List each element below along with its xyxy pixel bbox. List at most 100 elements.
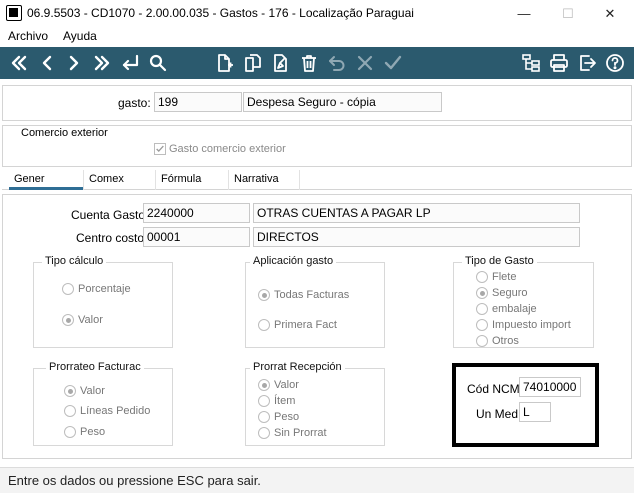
prorrat-recepcion-group: Prorrat Recepción Valor Ítem Peso Sin Pr… [245, 361, 385, 446]
menu-archivo[interactable]: Archivo [8, 29, 48, 43]
close-button[interactable]: ✕ [588, 0, 632, 28]
radio-embalaje[interactable]: embalaje [476, 303, 537, 315]
radio-lineas-pedido-label: Líneas Pedido [80, 405, 151, 417]
radio-dot [258, 411, 270, 423]
centro-costo-description-field[interactable]: DIRECTOS [253, 227, 580, 247]
radio-todas-facturas-label: Todas Facturas [274, 289, 350, 301]
status-text: Entre os dados ou pressione ESC para sai… [8, 473, 261, 488]
cuenta-gasto-description-field[interactable]: OTRAS CUENTAS A PAGAR LP [253, 203, 580, 223]
prorrateo-facturac-title: Prorrateo Facturac [46, 361, 144, 373]
radio-primera-fact-label: Primera Fact [274, 319, 337, 331]
copy-document-icon[interactable] [240, 50, 266, 76]
centro-costo-label: Centro costo: [76, 231, 148, 245]
tab-gener[interactable]: Gener [9, 170, 83, 190]
gasto-description-field[interactable]: Despesa Seguro - cópia [243, 92, 442, 112]
radio-recepcion-valor-label: Valor [274, 379, 299, 391]
radio-prorrateo-valor[interactable]: Valor [64, 385, 105, 397]
radio-dot [258, 395, 270, 407]
radio-primera-fact[interactable]: Primera Fact [258, 319, 337, 331]
radio-dot-selected [258, 289, 270, 301]
radio-impuesto-import-label: Impuesto import [492, 319, 571, 331]
general-panel: Cuenta Gasto: 2240000 OTRAS CUENTAS A PA… [2, 194, 632, 459]
last-record-icon[interactable] [89, 50, 115, 76]
maximize-button[interactable]: ☐ [546, 0, 590, 28]
search-icon[interactable] [145, 50, 171, 76]
tab-comex-label: Comex [89, 173, 124, 185]
radio-porcentaje-label: Porcentaje [78, 283, 131, 295]
print-icon[interactable] [546, 50, 572, 76]
undo-icon[interactable] [324, 50, 350, 76]
comercio-title: Comercio exterior [21, 127, 108, 139]
radio-valor-label: Valor [78, 314, 103, 326]
radio-recepcion-peso[interactable]: Peso [258, 411, 299, 423]
cancel-icon[interactable] [352, 50, 378, 76]
exit-icon[interactable] [574, 50, 600, 76]
radio-recepcion-peso-label: Peso [274, 411, 300, 423]
minimize-button[interactable]: — [502, 0, 546, 28]
tipo-calculo-group: Tipo cálculo Porcentaje Valor [33, 255, 173, 348]
unmed-field[interactable]: L [519, 402, 551, 422]
confirm-icon[interactable] [380, 50, 406, 76]
radio-seguro-label: Seguro [492, 287, 528, 299]
aplicacion-gasto-title: Aplicación gasto [250, 255, 337, 267]
radio-recepcion-item[interactable]: Ítem [258, 395, 295, 407]
radio-dot [476, 303, 488, 315]
radio-porcentaje[interactable]: Porcentaje [62, 283, 131, 295]
first-record-icon[interactable] [6, 50, 32, 76]
tipo-gasto-group: Tipo de Gasto Flete Seguro embalaje Impu… [453, 255, 594, 348]
previous-record-icon[interactable] [34, 50, 60, 76]
tab-formula-label: Fórmula [161, 173, 202, 185]
tab-comex[interactable]: Comex [83, 170, 155, 190]
radio-embalaje-label: embalaje [492, 303, 537, 315]
menu-bar: Archivo Ayuda [0, 28, 634, 47]
radio-sin-prorrat-label: Sin Prorrat [274, 427, 327, 439]
ncm-highlight-box: Cód NCM: 74010000 Un Med: L [452, 363, 599, 447]
help-icon[interactable] [602, 50, 628, 76]
menu-ayuda[interactable]: Ayuda [63, 29, 97, 43]
centro-costo-code-field[interactable]: 00001 [143, 227, 250, 247]
window-title: 06.9.5503 - CD1070 - 2.00.00.035 - Gasto… [27, 6, 414, 20]
comercio-panel: Comercio exterior Gasto comercio exterio… [2, 125, 632, 167]
radio-prorrateo-peso-label: Peso [80, 426, 106, 438]
radio-recepcion-item-label: Ítem [274, 395, 296, 407]
edit-document-icon[interactable] [268, 50, 294, 76]
tab-gener-label: Gener [14, 173, 45, 185]
radio-recepcion-valor[interactable]: Valor [258, 379, 299, 391]
radio-impuesto-import[interactable]: Impuesto import [476, 319, 571, 331]
radio-flete[interactable]: Flete [476, 271, 516, 283]
new-document-icon[interactable] [211, 50, 237, 76]
structure-icon[interactable] [518, 50, 544, 76]
radio-prorrateo-peso[interactable]: Peso [64, 426, 105, 438]
radio-dot [62, 283, 74, 295]
radio-dot [64, 426, 76, 438]
radio-lineas-pedido[interactable]: Líneas Pedido [64, 405, 150, 417]
radio-dot-selected [258, 379, 270, 391]
prorrat-recepcion-title: Prorrat Recepción [250, 361, 345, 373]
tab-narrativa[interactable]: Narrativa [228, 170, 300, 190]
radio-flete-label: Flete [492, 271, 517, 283]
radio-dot-selected [64, 385, 76, 397]
radio-dot-selected [476, 287, 488, 299]
next-record-icon[interactable] [61, 50, 87, 76]
radio-otros[interactable]: Otros [476, 335, 519, 347]
app-icon [6, 5, 22, 21]
radio-otros-label: Otros [492, 335, 519, 347]
tab-formula[interactable]: Fórmula [155, 170, 228, 190]
cuenta-gasto-code-field[interactable]: 2240000 [143, 203, 250, 223]
radio-todas-facturas[interactable]: Todas Facturas [258, 289, 349, 301]
status-bar: Entre os dados ou pressione ESC para sai… [0, 467, 634, 493]
ncm-field[interactable]: 74010000 [519, 377, 581, 397]
delete-icon[interactable] [296, 50, 322, 76]
gasto-panel: gasto: 199 Despesa Seguro - cópia [2, 85, 632, 121]
radio-dot [258, 319, 270, 331]
gasto-code-field[interactable]: 199 [154, 92, 242, 112]
return-icon[interactable] [117, 50, 143, 76]
tipo-calculo-title: Tipo cálculo [42, 255, 107, 267]
radio-valor[interactable]: Valor [62, 314, 103, 326]
aplicacion-gasto-group: Aplicación gasto Todas Facturas Primera … [245, 255, 385, 348]
radio-sin-prorrat[interactable]: Sin Prorrat [258, 427, 327, 439]
title-bar: 06.9.5503 - CD1070 - 2.00.00.035 - Gasto… [0, 0, 634, 28]
radio-seguro[interactable]: Seguro [476, 287, 527, 299]
gasto-comex-checkbox[interactable] [154, 143, 166, 155]
radio-prorrateo-valor-label: Valor [80, 385, 105, 397]
